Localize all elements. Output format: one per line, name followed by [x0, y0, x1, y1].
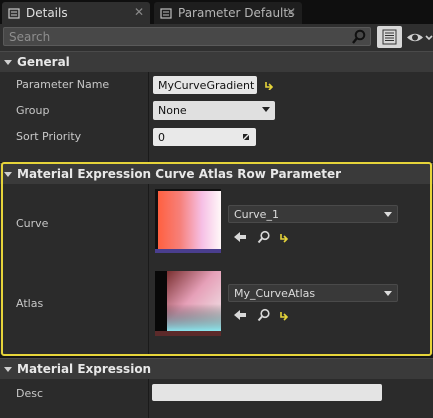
curve-row: Curve Curve_1 [0, 184, 433, 264]
material-expression-category-title: Material Expression [17, 362, 152, 376]
material-expression-category-header[interactable]: Material Expression [0, 358, 433, 379]
general-category-title: General [17, 55, 70, 69]
use-selected-asset-icon[interactable] [233, 230, 247, 244]
atlas-label: Atlas [16, 297, 44, 310]
parameter-name-field[interactable]: MyCurveGradient [153, 76, 257, 94]
reset-to-default-icon[interactable] [278, 309, 292, 323]
collapse-arrow-icon [4, 171, 12, 177]
collapse-arrow-icon [4, 59, 12, 65]
details-toolbar [0, 24, 433, 51]
use-selected-asset-icon[interactable] [233, 308, 247, 322]
curve-atlas-category-header[interactable]: Material Expression Curve Atlas Row Para… [0, 163, 433, 184]
view-options-button[interactable] [377, 26, 402, 48]
group-row: Group None [0, 98, 433, 124]
tab-parameter-defaults-close-icon[interactable]: ✕ [286, 5, 296, 19]
tab-details-label: Details [26, 6, 68, 20]
desc-row: Desc [0, 379, 433, 418]
reset-to-default-icon[interactable] [264, 80, 274, 90]
curve-label: Curve [16, 217, 49, 230]
details-tab-icon [8, 7, 21, 20]
search-input[interactable] [4, 28, 334, 45]
parameter-name-row: Parameter Name MyCurveGradient [0, 72, 433, 98]
atlas-row: Atlas My_CurveAtlas [0, 264, 433, 354]
atlas-asset-dropdown[interactable]: My_CurveAtlas [228, 284, 398, 302]
eye-icon [407, 33, 433, 42]
dropdown-arrow-icon [384, 212, 392, 217]
dropdown-arrow-icon [262, 107, 270, 112]
tab-bar: Details ✕ Parameter Defaults ✕ [0, 0, 433, 24]
sort-priority-row: Sort Priority 0 [0, 124, 433, 162]
search-box [3, 27, 371, 46]
dropdown-arrow-icon [384, 291, 392, 296]
curve-atlas-category-title: Material Expression Curve Atlas Row Para… [17, 167, 342, 181]
group-label: Group [16, 104, 50, 117]
search-icon[interactable] [351, 29, 367, 45]
parameter-name-label: Parameter Name [16, 78, 110, 91]
general-category-header[interactable]: General [0, 51, 433, 72]
reset-to-default-icon[interactable] [278, 231, 292, 245]
tab-details[interactable]: Details ✕ [2, 2, 150, 24]
tab-parameter-defaults[interactable]: Parameter Defaults ✕ [154, 2, 302, 24]
list-view-icon [382, 29, 397, 45]
desc-label: Desc [16, 387, 44, 400]
spin-arrows-icon [243, 134, 249, 140]
group-dropdown-value: None [158, 104, 187, 117]
browse-asset-search-icon[interactable] [257, 230, 271, 244]
atlas-asset-value: My_CurveAtlas [234, 286, 316, 300]
sort-priority-label: Sort Priority [16, 130, 82, 143]
visibility-filter-button[interactable] [405, 29, 433, 46]
sort-priority-value: 0 [158, 130, 165, 144]
group-dropdown[interactable]: None [153, 101, 275, 120]
tab-parameter-defaults-label: Parameter Defaults [178, 6, 295, 20]
curve-asset-dropdown[interactable]: Curve_1 [228, 205, 398, 223]
tab-details-close-icon[interactable]: ✕ [134, 5, 144, 19]
collapse-arrow-icon [4, 366, 12, 372]
atlas-thumbnail[interactable] [155, 271, 221, 336]
curve-thumbnail[interactable] [155, 189, 221, 253]
desc-input[interactable] [152, 384, 382, 401]
curve-asset-value: Curve_1 [234, 207, 279, 221]
browse-asset-search-icon[interactable] [257, 308, 271, 322]
parameter-defaults-tab-icon [160, 7, 173, 20]
sort-priority-spinbox[interactable]: 0 [153, 128, 256, 146]
